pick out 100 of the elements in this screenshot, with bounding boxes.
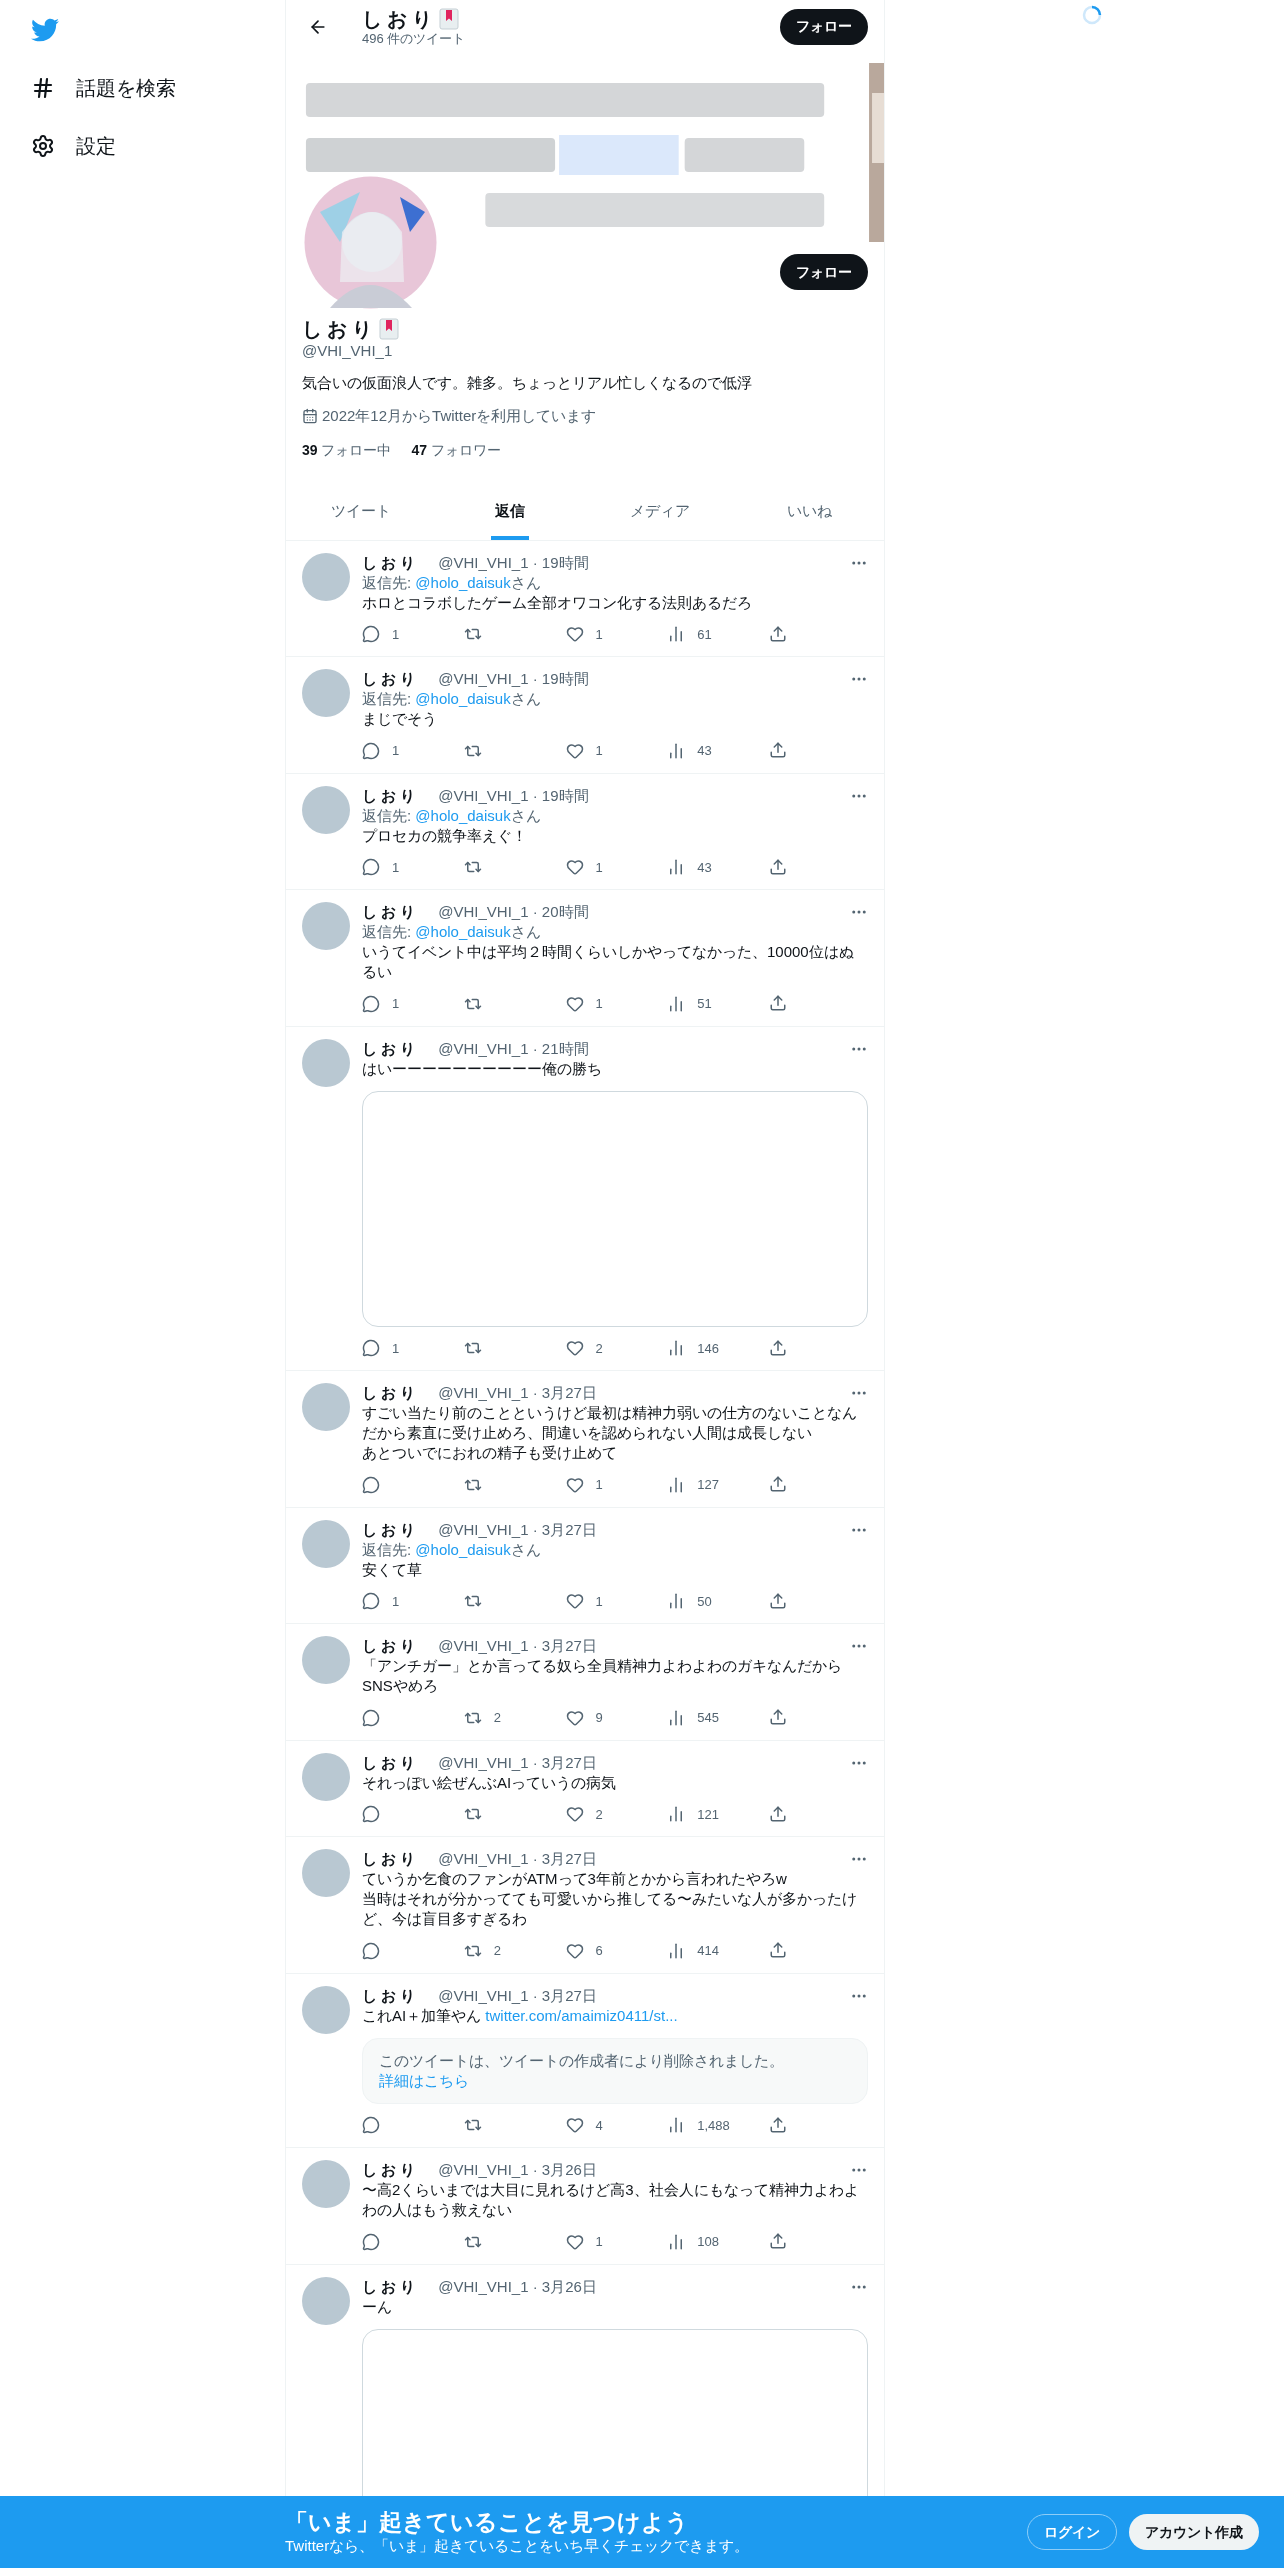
tweet-meta: @VHI_VHI_1 · 3月27日	[438, 1636, 598, 1656]
user-name[interactable]: しおり	[362, 1636, 419, 1656]
reply-icon[interactable]	[362, 858, 380, 877]
reply-icon[interactable]	[362, 1805, 380, 1824]
tweet-meta: @VHI_VHI_1 · 20時間	[438, 902, 590, 922]
calendar-icon	[302, 408, 318, 425]
profile-tab[interactable]: メディア	[625, 486, 694, 540]
share-icon[interactable]	[769, 1708, 787, 1726]
user-name[interactable]: しおり	[362, 1383, 419, 1403]
heart-icon[interactable]	[565, 1592, 584, 1611]
signup-subtitle: Twitterなら、「いま」起きていることをいち早くチェックできます。	[285, 2536, 751, 2556]
heart-icon[interactable]	[565, 2116, 584, 2135]
tweet-text: ーん	[362, 2296, 393, 2317]
view-count: 43	[697, 858, 712, 877]
hashtag-icon	[31, 76, 55, 100]
heart-icon[interactable]	[565, 1941, 584, 1960]
user-name[interactable]: しおり	[362, 785, 419, 806]
settings-icon	[31, 134, 55, 158]
heart-icon[interactable]	[565, 741, 584, 760]
share-icon[interactable]	[769, 1804, 787, 1823]
user-name[interactable]: しおり	[362, 552, 419, 573]
sidebar-item[interactable]: 設定	[31, 126, 285, 166]
tweet-text: すごい当たり前のことというけど最初は精神力弱いの仕方のないことなんだから素直に受け止めろ、間違いを認められない人間は成長しない	[362, 1403, 858, 1443]
reply-icon[interactable]	[362, 1339, 380, 1358]
tweet-meta: @VHI_VHI_1 · 19時間	[438, 785, 590, 806]
reply-icon[interactable]	[362, 2232, 380, 2251]
reply-count: 1	[392, 742, 400, 760]
heart-icon[interactable]	[565, 2232, 584, 2251]
share-icon[interactable]	[769, 1475, 787, 1493]
reply-icon[interactable]	[362, 1475, 380, 1494]
heart-icon[interactable]	[565, 625, 584, 644]
like-count: 1	[595, 858, 603, 877]
share-icon[interactable]	[769, 2232, 787, 2250]
share-icon[interactable]	[769, 857, 787, 876]
user-name[interactable]: しおり	[362, 1038, 419, 1059]
reply-count: 1	[392, 858, 400, 877]
reply-to: 返信先: @holo_daisukさん	[362, 1539, 542, 1560]
reply-icon[interactable]	[362, 994, 380, 1013]
user-name[interactable]: しおり	[362, 1849, 419, 1869]
user-name[interactable]: しおり	[362, 2276, 419, 2297]
tweet-meta: @VHI_VHI_1 · 3月27日	[438, 1383, 598, 1403]
profile-tab[interactable]: 返信	[491, 486, 530, 540]
reply-icon[interactable]	[362, 1592, 380, 1611]
view-count: 51	[697, 995, 712, 1013]
user-name[interactable]: しおり	[362, 1752, 419, 1773]
tweet-meta: @VHI_VHI_1 · 3月27日	[438, 1752, 598, 1773]
user-name[interactable]: しおり	[362, 1519, 419, 1540]
following-link[interactable]: 39 フォロー中	[302, 439, 392, 461]
reply-icon[interactable]	[362, 1708, 380, 1727]
profile-tab[interactable]: ツイート	[326, 486, 395, 540]
reply-icon[interactable]	[362, 1941, 380, 1960]
share-icon[interactable]	[769, 741, 787, 759]
reply-to: 返信先: @holo_daisukさん	[362, 922, 542, 942]
view-count: 43	[697, 742, 712, 760]
profile-tab[interactable]: いいね	[782, 486, 836, 540]
user-name[interactable]: しおり	[362, 669, 419, 689]
share-icon[interactable]	[769, 2115, 787, 2134]
like-count: 9	[595, 1709, 603, 1727]
followers-link[interactable]: 47 フォロワー	[411, 439, 501, 461]
share-icon[interactable]	[769, 1941, 787, 1959]
view-count: 121	[697, 1805, 719, 1824]
share-icon[interactable]	[769, 624, 787, 643]
follow-button[interactable]: フォロー	[780, 254, 868, 290]
loading-spinner-icon	[1081, 4, 1103, 26]
retweet-count: 2	[493, 1942, 501, 1960]
heart-icon[interactable]	[565, 858, 584, 877]
view-count: 50	[697, 1592, 712, 1611]
reply-icon[interactable]	[362, 2116, 380, 2135]
heart-icon[interactable]	[565, 1708, 584, 1727]
like-count: 1	[595, 625, 603, 644]
view-count: 146	[697, 1339, 719, 1358]
like-count: 1	[595, 1592, 603, 1611]
like-count: 4	[595, 2116, 603, 2135]
heart-icon[interactable]	[565, 994, 584, 1013]
heart-icon[interactable]	[565, 1475, 584, 1494]
heart-icon[interactable]	[565, 1805, 584, 1824]
bird-icon[interactable]	[31, 16, 59, 44]
view-count: 127	[697, 1476, 719, 1494]
share-icon[interactable]	[769, 1591, 787, 1610]
signup-button[interactable]: アカウント作成	[1129, 2514, 1259, 2550]
follow-button[interactable]: フォロー	[780, 8, 868, 45]
bookmark-icon	[379, 318, 399, 340]
like-count: 2	[595, 1339, 603, 1358]
reply-icon[interactable]	[362, 625, 380, 644]
joined-date: 2022年12月からTwitterを利用しています	[322, 406, 597, 426]
user-name[interactable]: しおり	[362, 902, 419, 922]
profile-name: しおり	[302, 317, 377, 341]
heart-icon[interactable]	[565, 1339, 584, 1358]
view-count: 414	[697, 1942, 719, 1960]
reply-icon[interactable]	[362, 741, 380, 760]
share-icon[interactable]	[769, 994, 787, 1012]
profile-handle: @VHI_VHI_1	[302, 341, 394, 361]
share-icon[interactable]	[769, 1338, 787, 1357]
reply-count: 1	[392, 1339, 400, 1358]
tweet-text: ていうか乞食のファンがATMって3年前とかから言われたやろw	[362, 1869, 788, 1889]
sidebar-item[interactable]: 話題を検索	[31, 68, 285, 108]
tweet-text: 安くて草	[362, 1559, 423, 1580]
user-name[interactable]: しおり	[362, 2160, 419, 2180]
user-name[interactable]: しおり	[362, 1985, 419, 2006]
reply-count: 1	[392, 625, 400, 644]
